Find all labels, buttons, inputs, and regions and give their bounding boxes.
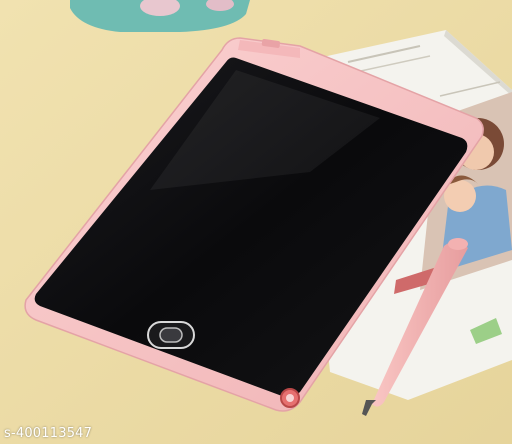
watermark-text: s-400113547 [4, 426, 93, 441]
photo-illustration [0, 0, 512, 444]
product-photo: s-400113547 [0, 0, 512, 444]
erase-button-icon[interactable] [147, 321, 195, 349]
